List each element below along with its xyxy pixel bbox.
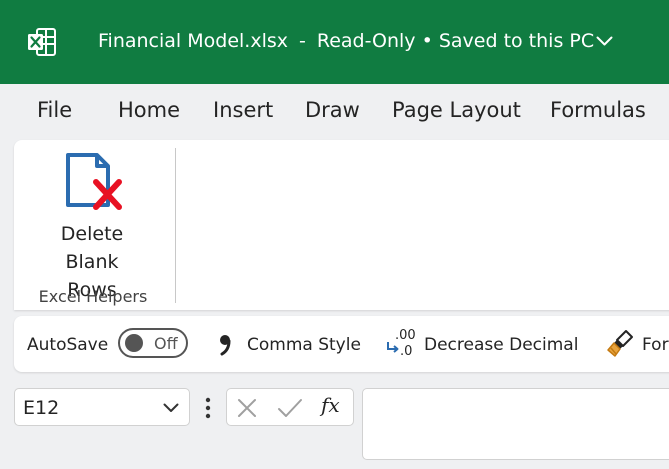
title-separator: - (299, 30, 306, 52)
check-icon[interactable] (277, 398, 303, 418)
excel-logo-icon[interactable] (27, 27, 57, 57)
chevron-down-icon[interactable] (596, 36, 613, 47)
group-divider (175, 148, 176, 303)
format-painter-button[interactable]: For (606, 326, 669, 362)
delete-blank-rows-line1: Delete (60, 223, 124, 245)
comma-style-label: Comma Style (247, 335, 361, 355)
save-status[interactable]: Saved to this PC (439, 30, 594, 52)
format-painter-label: For (642, 335, 669, 355)
title-bar: Financial Model.xlsx - Read-Only • Saved t… (0, 0, 669, 84)
delete-blank-rows-button[interactable]: Delete Blank Rows (38, 148, 146, 301)
paintbrush-icon (607, 330, 633, 357)
tab-home[interactable]: Home (118, 98, 180, 122)
autosave-state: Off (154, 334, 178, 353)
tab-formulas[interactable]: Formulas (550, 98, 646, 122)
decrease-decimal-bottom-glyph: .0 (400, 344, 412, 359)
read-only-label: Read-Only (316, 30, 416, 52)
formula-input[interactable] (362, 388, 669, 460)
decrease-decimal-label: Decrease Decimal (424, 335, 579, 355)
quick-access-toolbar: AutoSave Off Comma Style .00 .0 Decrease… (14, 316, 669, 372)
tab-page-layout[interactable]: Page Layout (392, 98, 521, 122)
file-name: Financial Model.xlsx (98, 30, 288, 52)
decrease-decimal-button[interactable]: .00 .0 Decrease Decimal (384, 326, 584, 362)
insert-function-button[interactable]: fx (321, 393, 340, 417)
autosave-label: AutoSave (27, 335, 109, 355)
formula-controls: fx (226, 388, 354, 426)
name-box[interactable]: E12 (14, 388, 190, 426)
window-title: Financial Model.xlsx - Read-Only • Saved t… (98, 30, 594, 52)
close-icon[interactable] (237, 398, 257, 418)
decrease-decimal-icon: .00 .0 (387, 328, 416, 359)
tab-draw[interactable]: Draw (305, 98, 360, 122)
comma-icon (220, 335, 231, 356)
autosave-toggle[interactable]: Off (118, 328, 188, 358)
comma-style-button[interactable]: Comma Style (214, 326, 364, 362)
chevron-down-icon[interactable] (163, 403, 179, 413)
decrease-decimal-top-glyph: .00 (395, 328, 416, 343)
toggle-knob (125, 334, 143, 352)
group-label-excel-helpers: Excel Helpers (38, 287, 148, 306)
tab-file[interactable]: File (37, 98, 72, 122)
tab-insert[interactable]: Insert (213, 98, 273, 122)
ribbon: Delete Blank Rows Excel Helpers (14, 140, 669, 310)
title-bullet: • (421, 30, 433, 52)
delete-file-icon (66, 153, 122, 210)
name-box-value[interactable]: E12 (23, 397, 59, 419)
more-vertical-icon[interactable] (203, 397, 213, 419)
